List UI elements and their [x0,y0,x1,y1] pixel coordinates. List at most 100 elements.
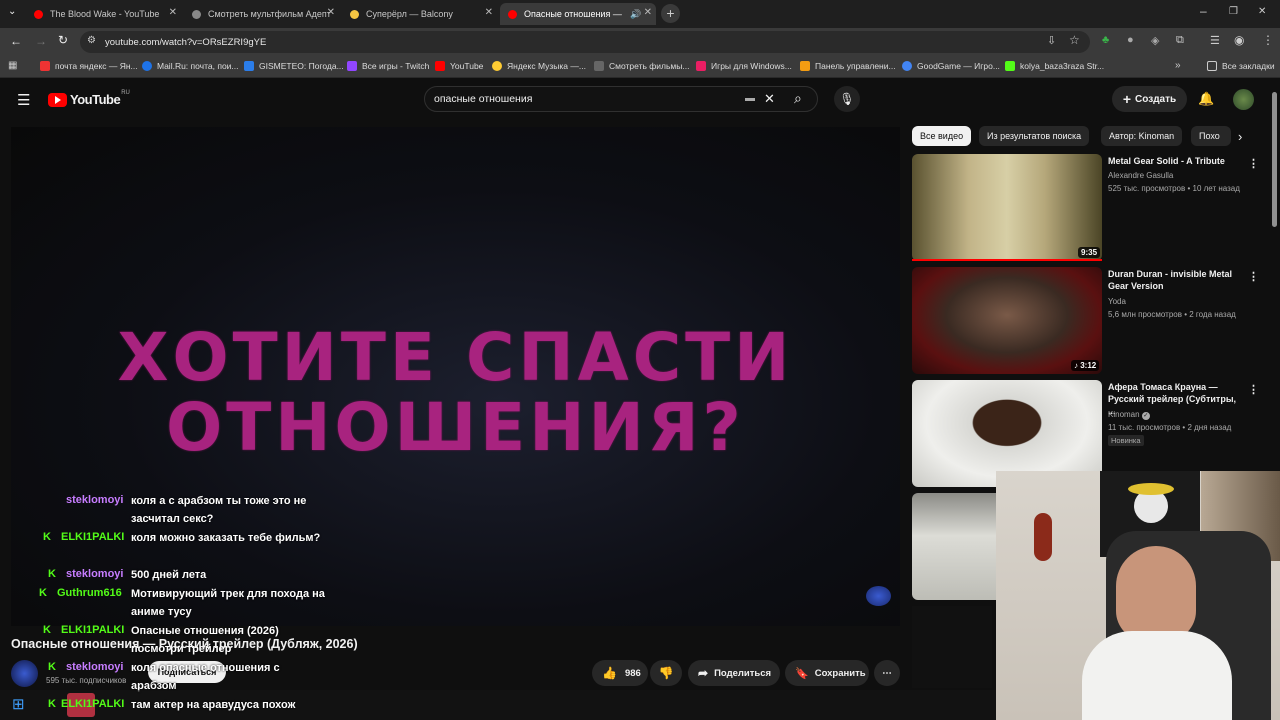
like-count: 986 [624,667,641,679]
like-button[interactable]: 👍 986 [592,660,648,686]
url-text[interactable]: youtube.com/watch?v=ORsEZRI9gYE [105,37,266,48]
chat-username: steklomoyi [66,494,124,506]
speaker-icon[interactable]: 🔊 [630,9,641,20]
back-icon[interactable]: ← [10,34,22,48]
chat-message: 500 дней лета [131,569,207,581]
reload-icon[interactable]: ↻ [58,33,68,47]
bookmark-item[interactable]: kolya_baza3raza Str... [1005,61,1104,71]
tab-4-active[interactable]: Опасные отношения — Р 🔊 ✕ [500,3,656,25]
clear-search-icon[interactable]: ✕ [764,91,775,107]
minimize-icon[interactable]: – [1200,4,1207,18]
chat-username: ELKI1PALKI [61,698,125,710]
close-icon[interactable]: ✕ [327,7,335,18]
tab-1[interactable]: The Blood Wake - YouTube ✕ [26,3,181,25]
menu-list-icon[interactable]: ☰ [1210,34,1220,47]
kick-icon: K [43,624,51,636]
page-scrollbar[interactable] [1272,92,1277,227]
related-thumbnail[interactable] [912,154,1102,261]
close-icon[interactable]: ✕ [169,7,177,18]
filter-chip-all[interactable]: Все видео [912,126,972,146]
avatar[interactable] [1233,89,1254,110]
filter-chip-from-search[interactable]: Из результатов поиска [979,126,1090,146]
restore-icon[interactable]: ❐ [1229,6,1238,17]
bookmark-item[interactable]: почта яндекс — Ян... [40,61,138,71]
related-title[interactable]: Duran Duran - invisible Metal Gear Versi… [1108,268,1243,292]
bookmark-item[interactable]: Смотреть фильмы... [594,61,689,71]
save-label: Сохранить [814,667,866,679]
puzzle-icon[interactable]: ⧉ [1176,34,1184,47]
bookmark-item[interactable]: Игры для Windows... [696,61,792,71]
install-icon[interactable]: ⇩ [1047,34,1056,47]
forward-icon[interactable]: → [35,34,47,48]
keyboard-icon[interactable]: ▬ [745,93,755,104]
more-vertical-icon[interactable]: ⋮ [1248,157,1259,170]
share-icon: ➦ [698,666,709,680]
bookmark-item[interactable]: Все игры - Twitch [347,61,429,71]
bookmark-item[interactable]: Mail.Ru: почта, пои... [142,61,239,71]
bookmark-favicon [244,61,254,71]
all-bookmarks[interactable]: Все закладки [1207,61,1275,71]
bookmark-item[interactable]: GISMETEO: Погода... [244,61,344,71]
close-window-icon[interactable]: ✕ [1258,6,1266,17]
related-channel[interactable]: Yoda [1108,297,1126,306]
channel-watermark-icon[interactable] [866,586,891,606]
chip-label: Все видео [920,131,964,141]
verified-icon: ✓ [1141,412,1150,420]
kebab-menu-icon[interactable]: ⋮ [1262,33,1274,47]
close-icon[interactable]: ✕ [644,7,652,18]
extension-icon[interactable]: ♣ [1102,34,1109,46]
extension-icon[interactable]: ● [1127,34,1134,46]
bookmark-item[interactable]: GoodGame — Игро... [902,61,1000,71]
bookmark-label: GISMETEO: Погода... [259,61,344,71]
channel-name: Kinoman [1108,410,1140,419]
site-info-icon[interactable]: ⚙ [87,35,96,46]
create-button[interactable]: + Создать [1112,86,1187,112]
bookmark-label: Игры для Windows... [711,61,792,71]
related-title[interactable]: Metal Gear Solid - A Tribute [1108,155,1243,167]
kick-icon: K [48,568,56,580]
hamburger-menu-icon[interactable]: ☰ [17,91,30,109]
channel-avatar[interactable] [11,660,38,687]
bookmark-item[interactable]: YouTube [435,61,483,71]
save-button[interactable]: 🔖 Сохранить [785,660,869,686]
apps-grid-icon[interactable]: ▦ [8,60,17,71]
related-channel[interactable]: Alexandre Gasulla [1108,171,1173,180]
related-channel[interactable]: Kinoman ✓ [1108,410,1150,420]
new-tab-button[interactable]: + [661,4,680,23]
video-title: Опасные отношения — Русский трейлер (Дуб… [11,637,358,651]
youtube-logo[interactable]: YouTube RU [48,90,130,107]
close-icon[interactable]: ✕ [485,7,493,18]
more-actions-button[interactable]: ⋯ [874,660,900,686]
chevron-right-icon[interactable]: › [1238,129,1242,144]
bookmark-item[interactable]: Панель управлени... [800,61,896,71]
bookmark-label: Смотреть фильмы... [609,61,690,71]
tab-3[interactable]: Суперёрл — Balcony ✕ [342,3,497,25]
bookmark-item[interactable]: Яндекс Музыка —... [492,61,586,71]
more-vertical-icon[interactable]: ⋮ [1248,383,1259,396]
bookmark-label: Все игры - Twitch [362,61,430,71]
share-button[interactable]: ➦ Поделиться [688,660,780,686]
notifications-bell-icon[interactable]: 🔔 [1198,91,1214,107]
chip-label: Похо [1199,131,1220,141]
search-input[interactable]: опасные отношения [434,93,532,105]
more-vertical-icon[interactable]: ⋮ [1248,270,1259,283]
filter-chip-similar[interactable]: Похо [1191,126,1231,146]
tab-search-chevron-icon[interactable]: ⌄ [8,6,16,17]
extension-icon[interactable]: ◈ [1151,34,1159,47]
search-icon[interactable]: ⌕ [794,90,802,107]
more-bookmarks-icon[interactable]: » [1175,60,1181,71]
profile-icon[interactable]: ◉ [1234,33,1244,47]
bookmark-label: YouTube [450,61,484,71]
dislike-button[interactable]: 👎 [650,660,682,686]
related-thumbnail[interactable] [912,267,1102,374]
tab-title: The Blood Wake - YouTube [50,9,160,19]
video-overlay-text-line1: ХОТИТЕ СПАСТИ [117,319,794,396]
video-overlay-text-line2: ОТНОШЕНИЯ? [166,389,745,466]
voice-search-button[interactable]: 🎙 [834,86,860,112]
filter-chip-author[interactable]: Автор: Kinoman [1101,126,1183,146]
windows-start-icon[interactable]: ⊞ [12,695,25,713]
tab-2[interactable]: Смотреть мультфильм Адепт ✕ [184,3,339,25]
webcam-overlay [996,471,1280,720]
related-thumbnail[interactable] [912,606,992,688]
bookmark-star-icon[interactable]: ☆ [1069,33,1080,47]
